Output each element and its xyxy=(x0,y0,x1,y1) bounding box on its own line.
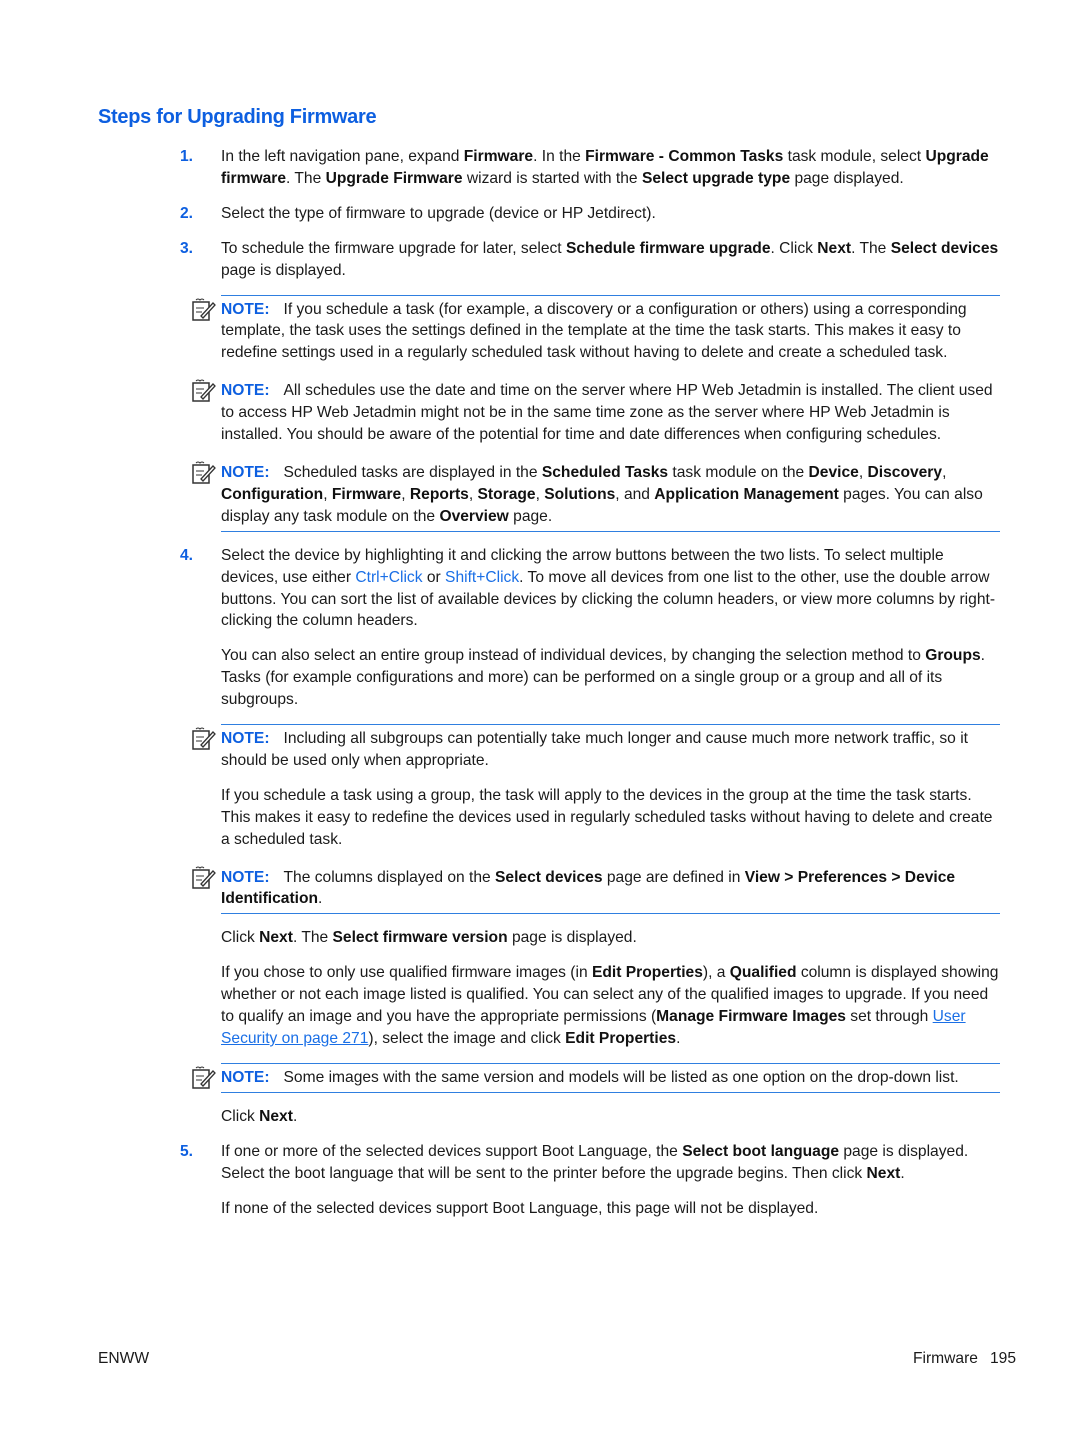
page-number: 195 xyxy=(989,1350,1016,1367)
note: NOTE: Including all subgroups can potenti… xyxy=(192,724,1000,772)
paragraph-click-next: Click Next. xyxy=(221,1107,298,1125)
paragraph-click-next-firmware: Click Next. The Select firmware version … xyxy=(221,929,637,947)
paragraph-groups: You can also select an entire group inst… xyxy=(221,647,985,709)
note-pencil-icon xyxy=(192,1066,216,1089)
note-pencil-icon xyxy=(192,461,216,484)
step-1: 1. In the left navigation pane, expand F… xyxy=(180,148,989,187)
ctrl-click-link[interactable]: Ctrl+Click xyxy=(355,569,422,586)
step-3: 3. To schedule the firmware upgrade for … xyxy=(180,239,999,279)
paragraph-no-boot: If none of the selected devices support … xyxy=(221,1199,819,1217)
step-number: 1. xyxy=(180,148,194,165)
note: NOTE: If you schedule a task (for example… xyxy=(192,294,1000,365)
note-pencil-icon xyxy=(192,866,216,889)
note-pencil-icon xyxy=(192,727,216,750)
step-5: 5. If one or more of the selected device… xyxy=(180,1142,969,1182)
step-number: 5. xyxy=(180,1142,194,1160)
shift-click-link[interactable]: Shift+Click xyxy=(445,569,519,586)
footer-locale: ENWW xyxy=(98,1350,150,1367)
document-page: Steps for Upgrading Firmware 1. In the l… xyxy=(0,0,1080,1437)
step-2: 2. Select the type of firmware to upgrad… xyxy=(180,203,1000,225)
note-label: NOTE: xyxy=(221,730,270,748)
step-number: 4. xyxy=(180,546,194,564)
footer-section: Firmware xyxy=(912,1350,978,1367)
section-title: Steps for Upgrading Firmware xyxy=(98,106,377,128)
note-label: NOTE: xyxy=(221,300,270,318)
note-label: NOTE: xyxy=(221,1068,270,1086)
note-pencil-icon xyxy=(192,379,216,402)
note-pencil-icon xyxy=(192,298,216,321)
note: NOTE: Scheduled tasks are displayed in th… xyxy=(192,459,1000,532)
step-number: 2. xyxy=(180,204,194,222)
content: 1. In the left navigation pane, expand F… xyxy=(180,146,1000,1232)
footer-page-info: Firmware 195 xyxy=(913,1350,1016,1368)
note: NOTE: The columns displayed on the Select… xyxy=(192,864,1000,915)
note-label: NOTE: xyxy=(221,463,270,481)
step-4: 4. Select the device by highlighting it … xyxy=(180,546,996,630)
note-label: NOTE: xyxy=(221,868,270,886)
note: NOTE: All schedules use the date and time… xyxy=(192,377,1000,446)
paragraph-schedule-group: If you schedule a task using a group, th… xyxy=(221,786,993,848)
step-number: 3. xyxy=(180,239,194,257)
note-label: NOTE: xyxy=(221,382,270,400)
note: NOTE: Some images with the same version a… xyxy=(192,1062,1000,1093)
paragraph-qualified: If you chose to only use qualified firmw… xyxy=(221,964,999,1047)
